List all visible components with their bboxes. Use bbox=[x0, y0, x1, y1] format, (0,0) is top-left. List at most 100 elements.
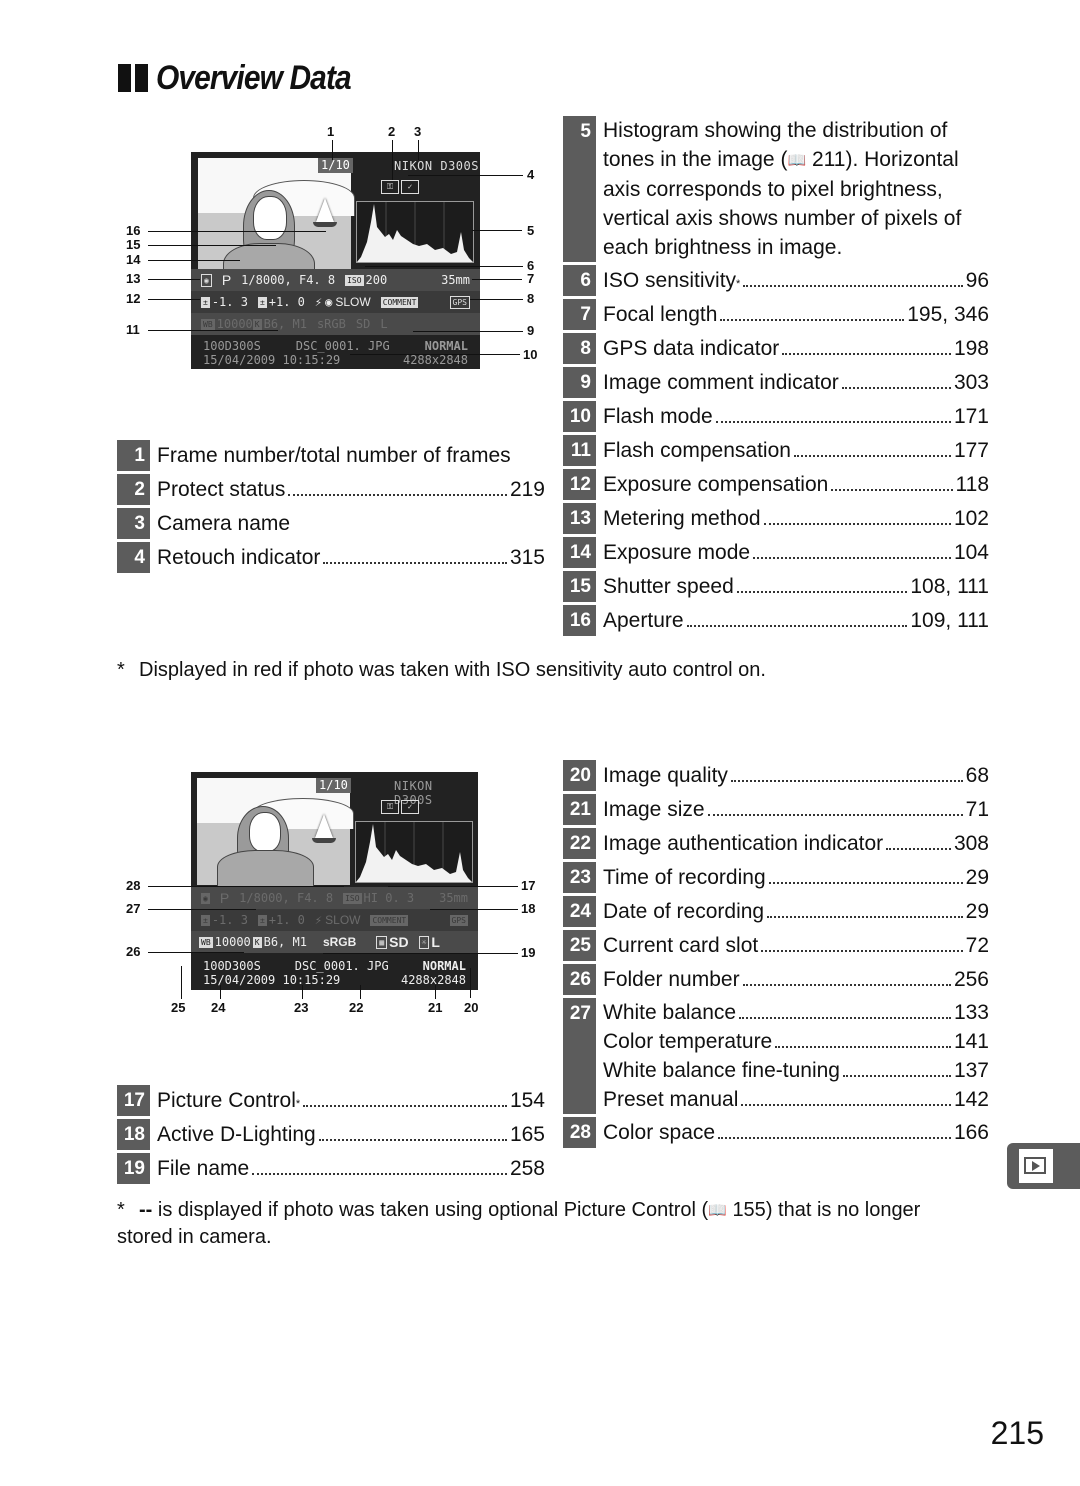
page-reference[interactable]: 72 bbox=[966, 930, 989, 961]
image-quality: NORMAL bbox=[424, 339, 468, 353]
item-number: 4 bbox=[117, 542, 150, 573]
item-number: 19 bbox=[117, 1153, 150, 1184]
item-number: 2 bbox=[117, 474, 150, 505]
date-time: 15/04/2009 10:15:29 bbox=[203, 353, 341, 367]
exposure-mode: P bbox=[221, 272, 232, 288]
item-number: 8 bbox=[563, 333, 596, 364]
page-reference[interactable]: 109, 111 bbox=[910, 605, 989, 636]
item-number: 7 bbox=[563, 299, 596, 330]
flash-mode: SLOW bbox=[335, 295, 371, 309]
callout: 25 bbox=[171, 1000, 186, 1015]
item-number: 22 bbox=[563, 828, 596, 859]
page-reference[interactable]: 68 bbox=[966, 760, 989, 791]
list-item: 16 Aperture 109, 111 bbox=[563, 605, 989, 636]
page-reference[interactable]: 166 bbox=[954, 1117, 989, 1148]
item-label: Current card slot bbox=[603, 934, 759, 957]
page-reference[interactable]: 137 bbox=[954, 1056, 989, 1085]
page-reference[interactable]: 308 bbox=[954, 828, 989, 859]
playback-chapter-tab[interactable] bbox=[1007, 1143, 1080, 1189]
page-reference[interactable]: 258 bbox=[510, 1153, 545, 1184]
page-reference[interactable]: 29 bbox=[966, 896, 989, 927]
callout: 2 bbox=[388, 124, 396, 139]
legend-list-1-4: 1 Frame number/total number of frames 2 … bbox=[117, 440, 545, 576]
page-reference[interactable]: 104 bbox=[954, 537, 989, 568]
list-item: 18 Active D-Lighting 165 bbox=[117, 1119, 545, 1150]
flash-icon: ⚡ bbox=[314, 913, 323, 927]
page-reference[interactable]: 315 bbox=[510, 542, 545, 573]
matrix-metering-icon: ◉ bbox=[201, 273, 212, 287]
callout: 11 bbox=[126, 322, 140, 337]
callout: 24 bbox=[211, 1000, 226, 1015]
kelvin-icon: K bbox=[252, 318, 262, 330]
item-label: Aperture bbox=[603, 609, 684, 632]
folder-number: 100D300S bbox=[203, 959, 261, 973]
book-icon: 📖 bbox=[708, 1202, 727, 1219]
item-label: Color space bbox=[603, 1121, 716, 1144]
adl-icon: ☼ bbox=[418, 935, 430, 949]
item-label: Focal length bbox=[603, 303, 718, 326]
item-label: Color temperature bbox=[603, 1030, 773, 1053]
item-label: Frame number/total number of frames bbox=[157, 444, 511, 467]
histogram bbox=[355, 821, 473, 883]
item-number: 25 bbox=[563, 930, 596, 961]
file-name: DSC_0001. JPG bbox=[294, 959, 389, 973]
list-item: 13 Metering method 102 bbox=[563, 503, 989, 534]
flash-compensation-icon: ± bbox=[257, 296, 267, 308]
flash-icon: ⚡ bbox=[314, 295, 323, 309]
page-reference[interactable]: 141 bbox=[954, 1027, 989, 1056]
page-reference[interactable]: 29 bbox=[966, 862, 989, 893]
page-reference[interactable]: 142 bbox=[954, 1085, 989, 1114]
page-reference[interactable]: 195, 346 bbox=[907, 299, 989, 330]
page-reference[interactable]: 171 bbox=[954, 401, 989, 432]
playback-icon bbox=[1024, 1157, 1046, 1174]
book-icon: 📖 bbox=[787, 152, 807, 169]
page-reference[interactable]: 303 bbox=[954, 367, 989, 398]
red-eye-icon: ◉ bbox=[325, 295, 333, 309]
frame-number: 1/10 bbox=[318, 158, 353, 173]
item-number: 12 bbox=[563, 469, 596, 500]
page-reference[interactable]: 71 bbox=[966, 794, 989, 825]
callout: 27 bbox=[126, 901, 141, 916]
item-number: 17 bbox=[117, 1085, 150, 1116]
camera-name: NIKON D300S bbox=[394, 159, 479, 173]
page-reference[interactable]: 133 bbox=[954, 998, 989, 1027]
item-label: Exposure mode bbox=[603, 541, 751, 564]
page-reference[interactable]: 154 bbox=[510, 1085, 545, 1116]
item-label: Folder number bbox=[603, 968, 740, 991]
page-reference[interactable]: 96 bbox=[966, 265, 989, 296]
page-reference[interactable]: 155 bbox=[732, 1199, 765, 1221]
page-reference[interactable]: 256 bbox=[954, 964, 989, 995]
page-reference[interactable]: 211 bbox=[812, 148, 845, 171]
page-reference[interactable]: 102 bbox=[954, 503, 989, 534]
item-label: Time of recording bbox=[603, 866, 766, 889]
list-item: 3 Camera name bbox=[117, 508, 545, 539]
shooting-info-row-2: ± -1. 3 ± +1. 0 ⚡ SLOW COMMENT GPS bbox=[191, 909, 478, 931]
picture-control-icon: ▦ bbox=[376, 935, 388, 949]
page-reference[interactable]: 118 bbox=[956, 469, 989, 500]
item-number: 28 bbox=[563, 1117, 596, 1148]
item-label: Flash compensation bbox=[603, 439, 791, 462]
item-label: White balance bbox=[603, 1001, 737, 1024]
callout: 26 bbox=[126, 944, 141, 959]
callout: 28 bbox=[126, 878, 141, 893]
exposure-compensation-icon: ± bbox=[201, 296, 210, 308]
page-reference[interactable]: 165 bbox=[510, 1119, 545, 1150]
list-item: 25 Current card slot 72 bbox=[563, 930, 989, 961]
page-reference[interactable]: 108, 111 bbox=[910, 571, 989, 602]
callout: 10 bbox=[523, 347, 538, 362]
item-number: 14 bbox=[563, 537, 596, 568]
iso-value: 200 bbox=[365, 273, 388, 287]
page-reference[interactable]: 219 bbox=[510, 474, 545, 505]
focal-length: 35mm bbox=[441, 273, 470, 287]
page-reference[interactable]: 198 bbox=[954, 333, 989, 364]
matrix-metering-icon: ◉ bbox=[201, 892, 210, 904]
item-label: Image size bbox=[603, 798, 705, 821]
page-reference[interactable]: 177 bbox=[954, 435, 989, 466]
frame-number: 1/10 bbox=[316, 778, 351, 793]
shooting-info-row-2: ± -1. 3 ± +1. 0 ⚡ ◉ SLOW COMMENT GPS bbox=[191, 291, 480, 313]
shutter-aperture: 1/8000, F4. 8 bbox=[241, 273, 336, 287]
list-item: 19 File name 258 bbox=[117, 1153, 545, 1184]
comment-indicator: COMMENT bbox=[370, 914, 409, 926]
item-number: 27 bbox=[563, 998, 596, 1114]
playback-screen-2: 1/10 NIKON D300S ⚿ ✓ ◉ P 1/8000, F4. 8 I… bbox=[191, 772, 478, 990]
